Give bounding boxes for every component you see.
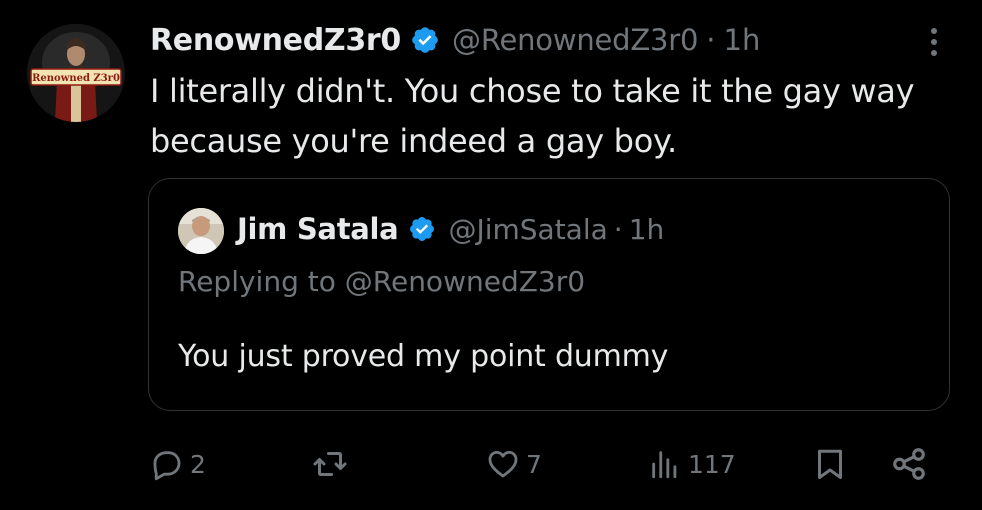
avatar-image: Renowned Z3r0 xyxy=(27,24,125,122)
separator-dot: · xyxy=(613,212,623,246)
tweet-header: RenownedZ3r0 @RenownedZ3r0 · 1h xyxy=(150,18,760,62)
verified-badge-icon xyxy=(408,215,436,243)
reply-count: 2 xyxy=(190,449,206,479)
quoted-tweet-body-text: You just proved my point dummy xyxy=(178,339,669,374)
bookmark-icon xyxy=(818,449,842,479)
quoted-avatar-image xyxy=(178,208,224,254)
reply-icon xyxy=(153,451,181,481)
bookmark-button[interactable] xyxy=(812,442,848,486)
views-count: 117 xyxy=(688,449,736,479)
author-handle[interactable]: @RenownedZ3r0 xyxy=(452,23,698,57)
verified-badge-icon xyxy=(410,25,440,55)
heart-icon xyxy=(488,450,518,478)
separator-dot: · xyxy=(706,23,716,57)
avatar-logo-text: Renowned Z3r0 xyxy=(32,73,120,84)
replying-to: Replying to @RenownedZ3r0 xyxy=(178,265,585,298)
like-button[interactable]: 7 xyxy=(486,442,542,486)
replying-to-handle[interactable]: @RenownedZ3r0 xyxy=(345,265,585,298)
author-avatar[interactable]: Renowned Z3r0 xyxy=(27,24,125,122)
tweet[interactable]: Renowned Z3r0 RenownedZ3r0 @RenownedZ3r0… xyxy=(0,0,982,510)
tweet-timestamp[interactable]: 1h xyxy=(724,23,761,57)
action-bar: 2 7 117 xyxy=(0,442,982,486)
repost-button[interactable] xyxy=(312,442,354,486)
quoted-tweet[interactable]: Jim Satala @JimSatala · 1h Replying to @… xyxy=(148,178,950,411)
tweet-body-text: I literally didn't. You chose to take it… xyxy=(150,72,915,160)
author-display-name[interactable]: RenownedZ3r0 xyxy=(150,23,401,58)
views-icon xyxy=(652,451,677,479)
quoted-author-avatar[interactable] xyxy=(178,208,224,254)
share-button[interactable] xyxy=(890,442,928,486)
views-button[interactable]: 117 xyxy=(648,442,736,486)
share-icon xyxy=(893,448,925,480)
quoted-tweet-header: Jim Satala @JimSatala · 1h xyxy=(237,207,664,251)
quoted-author-display-name[interactable]: Jim Satala xyxy=(237,212,399,246)
like-count: 7 xyxy=(526,449,542,479)
reply-button[interactable]: 2 xyxy=(150,442,206,486)
quoted-author-handle[interactable]: @JimSatala xyxy=(448,213,607,246)
quoted-tweet-timestamp[interactable]: 1h xyxy=(629,213,665,246)
more-vertical-icon[interactable] xyxy=(922,22,946,62)
replying-to-label: Replying to xyxy=(178,265,336,298)
repost-icon xyxy=(313,452,347,476)
